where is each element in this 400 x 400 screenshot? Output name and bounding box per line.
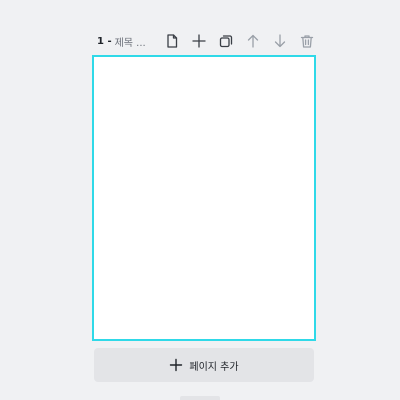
plus-icon (191, 34, 206, 48)
trash-icon (300, 35, 313, 48)
arrow-down-icon (274, 34, 285, 48)
page-title[interactable]: 제목 ... (115, 34, 146, 49)
add-page-button[interactable]: 페이지 추가 (94, 348, 314, 382)
add-note-button[interactable] (158, 30, 185, 52)
arrow-up-icon (247, 34, 258, 48)
plus-icon (169, 358, 183, 372)
duplicate-page-button[interactable] (212, 30, 239, 52)
add-page-toolbar-button[interactable] (185, 30, 212, 52)
duplicate-icon (219, 35, 232, 48)
page-canvas[interactable] (92, 55, 316, 341)
move-page-down-button[interactable] (266, 30, 293, 52)
page-number: 1 - (97, 35, 112, 47)
delete-page-button[interactable] (293, 30, 320, 52)
add-page-label: 페이지 추가 (189, 361, 239, 373)
move-page-up-button[interactable] (239, 30, 266, 52)
note-icon (166, 34, 177, 48)
page-label[interactable]: 1 - 제목 ... (97, 34, 146, 49)
page-toolbar (158, 30, 320, 52)
scroll-hint (180, 396, 220, 400)
